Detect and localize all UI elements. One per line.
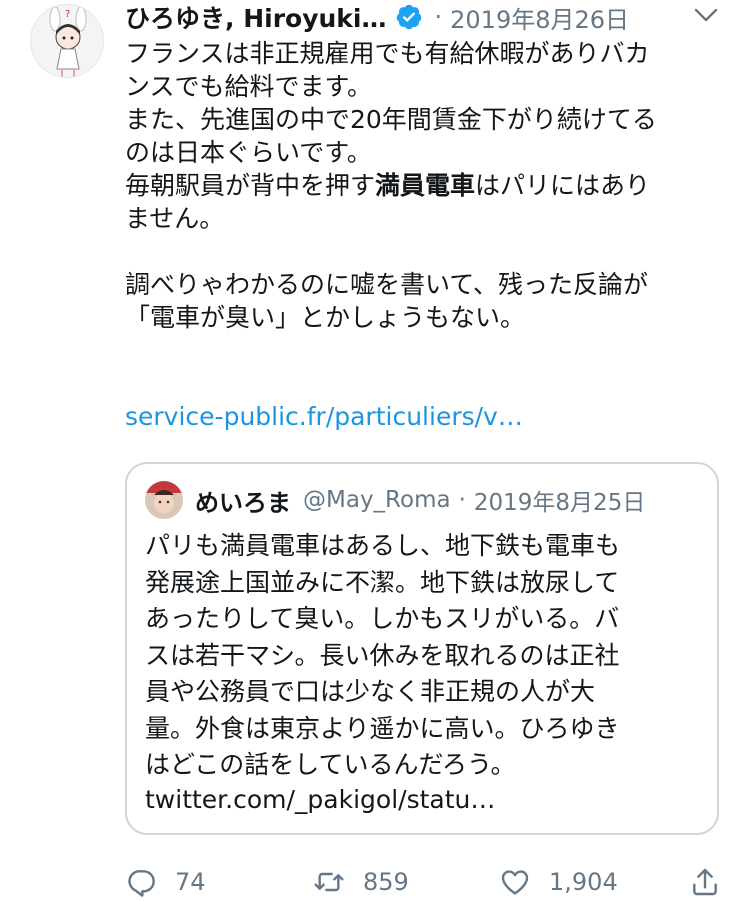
quoted-avatar-image: [145, 481, 183, 519]
quoted-author-handle: @May_Roma: [303, 487, 451, 513]
tweet-text: フランスは非正規雇用でも有給休暇がありバカ ンスでも給料でます。また、先進国の中で…: [125, 37, 725, 334]
chevron-down-icon[interactable]: [693, 4, 719, 26]
action-bar: 74 859 1,904: [125, 862, 725, 901]
reply-button[interactable]: 74: [125, 862, 206, 901]
tweet-bold-text: 満員電車: [375, 171, 476, 200]
tweet-text-line: 調べりゃわかるのに嘘を書いて、残った反論が: [125, 270, 649, 299]
quoted-tweet-link: twitter.com/_pakigol/statu…: [145, 785, 496, 814]
share-icon: [693, 868, 717, 896]
quoted-avatar: [145, 481, 183, 519]
tweet-text-segment: 毎朝駅員が背中を押す: [125, 171, 376, 200]
quoted-tweet-header: めいろま @May_Roma · 2019年8月25日: [145, 480, 645, 520]
retweet-icon: [314, 872, 344, 892]
author-name[interactable]: ひろゆき, Hiroyuki…: [125, 0, 387, 35]
quoted-tweet[interactable]: めいろま @May_Roma · 2019年8月25日 パリも満員電車はあるし、…: [125, 462, 719, 835]
quoted-header-separator: ·: [458, 487, 466, 513]
tweet-text-line: [125, 235, 725, 268]
header-separator: ·: [434, 3, 443, 31]
tweet-text-line: ません。: [125, 204, 225, 233]
tweet-text-segment: はパリにはあり: [475, 171, 651, 200]
reply-icon: [128, 870, 155, 897]
like-button[interactable]: 1,904: [499, 862, 618, 901]
tweet-link[interactable]: service-public.fr/particuliers/v…: [125, 400, 523, 433]
retweet-count: 859: [363, 868, 409, 896]
tweet-date[interactable]: 2019年8月26日: [450, 0, 629, 35]
quoted-tweet-text: パリも満員電車はあるし、地下鉄も電車も 発展途上国並みに不潔。地下鉄は放尿して …: [145, 531, 621, 779]
reply-count: 74: [175, 868, 206, 896]
tweet-text-line: フランスは非正規雇用でも有給休暇がありバカ: [125, 39, 650, 68]
verified-badge-icon: [396, 4, 421, 30]
quoted-tweet-date: 2019年8月25日: [473, 490, 646, 516]
tweet-header: ひろゆき, Hiroyuki… · 2019年8月26日: [125, 0, 725, 34]
retweet-button[interactable]: 859: [313, 862, 409, 901]
avatar-illustration: ?: [31, 5, 103, 77]
tweet-text-line: 毎朝駅員が背中を押す満員電車はパリにはあり: [125, 169, 725, 202]
tweet-text-line: のは日本ぐらいです。: [125, 138, 372, 167]
quoted-author-name: めいろま: [195, 488, 291, 517]
like-count: 1,904: [549, 868, 618, 896]
share-button[interactable]: [689, 862, 721, 901]
svg-text:?: ?: [65, 9, 70, 20]
tweet-text-line: また、先進国の中で20年間賃金下がり続けてる: [125, 105, 657, 134]
heart-icon: [501, 870, 529, 895]
tweet-text-line: 「電車が臭い」とかしょうもない。: [125, 303, 526, 332]
tweet-text-line: ンスでも給料でます。: [125, 72, 373, 101]
avatar[interactable]: ?: [30, 4, 104, 78]
